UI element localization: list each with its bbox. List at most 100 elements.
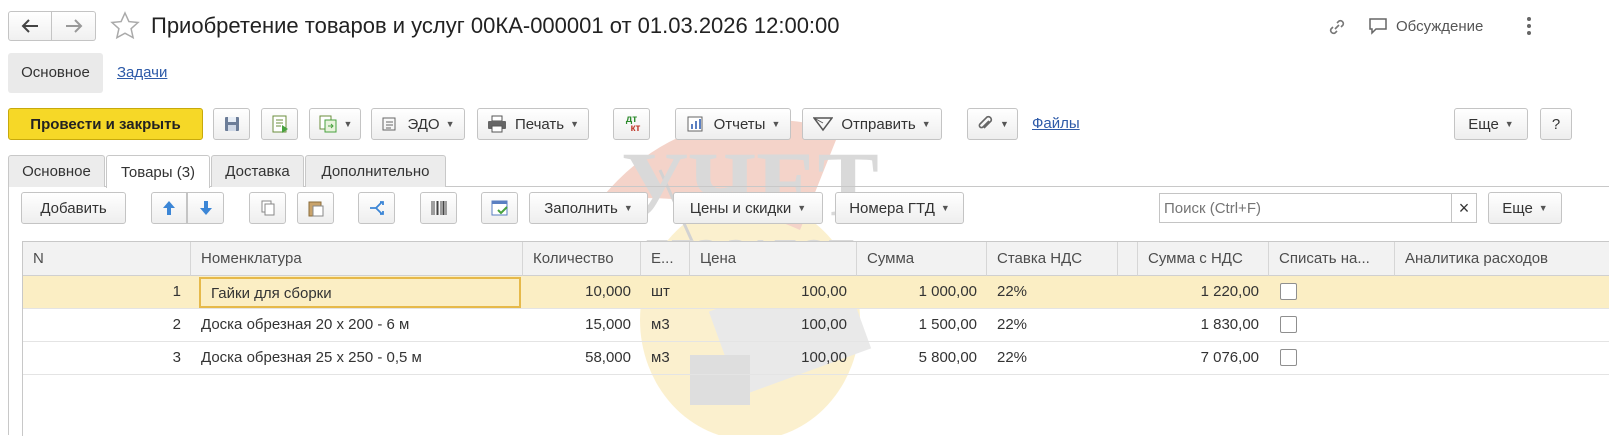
copy-icon	[261, 200, 274, 216]
more-button[interactable]: Еще ▼	[1454, 108, 1528, 140]
chevron-down-icon: ▼	[1504, 119, 1514, 129]
tab-delivery[interactable]: Доставка	[211, 155, 304, 187]
attach-button[interactable]: ▼	[967, 108, 1018, 140]
search-input[interactable]	[1159, 193, 1452, 223]
table-row[interactable]: 3 Доска обрезная 25 х 250 - 0,5 м 58,000…	[23, 342, 1609, 375]
sum-cell[interactable]: 5 800,00	[857, 342, 987, 374]
item-cell[interactable]: Гайки для сборки	[199, 277, 521, 308]
price-cell[interactable]: 100,00	[690, 342, 857, 374]
barcode-icon	[431, 201, 446, 215]
price-cell[interactable]: 100,00	[690, 276, 857, 308]
copy-button[interactable]	[249, 192, 286, 224]
qty-cell[interactable]: 10,000	[523, 276, 641, 308]
paste-button[interactable]	[297, 192, 334, 224]
move-up-button[interactable]	[151, 192, 187, 224]
chevron-down-icon: ▼	[921, 119, 931, 129]
link-icon[interactable]	[1326, 16, 1348, 38]
vat-rate-cell[interactable]: 22%	[987, 342, 1118, 374]
unit-cell[interactable]: шт	[641, 276, 690, 308]
more-label: Еще	[1468, 115, 1499, 133]
item-cell[interactable]: Доска обрезная 20 х 200 - 6 м	[191, 309, 523, 341]
prices-discounts-button[interactable]: Цены и скидки ▼	[673, 192, 823, 224]
create-based-button[interactable]: ▼	[309, 108, 361, 140]
row-number: 2	[172, 316, 181, 333]
goods-table: N Номенклатура Количество Е... Цена Сумм…	[22, 241, 1609, 436]
total-cell[interactable]: 7 076,00	[1138, 342, 1269, 374]
kt-label: кт	[630, 123, 641, 134]
split-row-button[interactable]	[358, 192, 395, 224]
select-items-button[interactable]	[481, 192, 518, 224]
column-header-analytics[interactable]: Аналитика расходов	[1395, 242, 1609, 276]
table-row[interactable]: 2 Доска обрезная 20 х 200 - 6 м 15,000 м…	[23, 309, 1609, 342]
post-button[interactable]	[261, 108, 298, 140]
price-cell[interactable]: 100,00	[690, 309, 857, 341]
tab-main[interactable]: Основное	[8, 155, 105, 187]
table-more-button[interactable]: Еще ▼	[1488, 192, 1562, 224]
column-header-blank[interactable]	[1118, 242, 1138, 276]
reports-button[interactable]: Отчеты ▼	[675, 108, 791, 140]
move-down-button[interactable]	[187, 192, 224, 224]
chevron-down-icon: ▼	[445, 119, 455, 129]
vat-rate-cell[interactable]: 22%	[987, 276, 1118, 308]
column-header-unit[interactable]: Е...	[641, 242, 690, 276]
clear-search-button[interactable]: ×	[1451, 193, 1477, 223]
forward-button[interactable]	[52, 11, 96, 41]
table-row[interactable]: 1 Гайки для сборки 10,000 шт 100,00 1 00…	[23, 276, 1609, 309]
unit-cell[interactable]: м3	[641, 309, 690, 341]
chevron-down-icon: ▼	[1000, 119, 1009, 129]
more-vert-icon[interactable]	[1524, 15, 1534, 37]
paperclip-icon	[978, 115, 993, 129]
column-header-item[interactable]: Номенклатура	[191, 242, 523, 276]
barcode-button[interactable]	[420, 192, 457, 224]
chevron-down-icon: ▼	[623, 203, 633, 213]
column-header-sum[interactable]: Сумма	[857, 242, 987, 276]
save-button[interactable]	[213, 108, 250, 140]
tab-goods[interactable]: Товары (3)	[106, 155, 210, 188]
create-based-icon	[319, 115, 337, 133]
send-button[interactable]: Отправить ▼	[802, 108, 942, 140]
unit-cell[interactable]: м3	[641, 342, 690, 374]
arrow-right-icon	[65, 19, 82, 33]
help-button[interactable]: ?	[1540, 108, 1572, 140]
sum-cell[interactable]: 1 500,00	[857, 309, 987, 341]
column-header-write-off[interactable]: Списать на...	[1269, 242, 1395, 276]
dt-kt-button[interactable]: дт кт	[613, 108, 650, 140]
fill-button[interactable]: Заполнить ▼	[529, 192, 648, 224]
star-icon[interactable]	[110, 11, 140, 41]
nav-tab-tasks[interactable]: Задачи	[117, 63, 167, 83]
total-cell[interactable]: 1 830,00	[1138, 309, 1269, 341]
printer-icon	[487, 115, 506, 133]
qty-cell[interactable]: 15,000	[523, 309, 641, 341]
files-link[interactable]: Файлы	[1032, 114, 1080, 134]
total-cell[interactable]: 1 220,00	[1138, 276, 1269, 308]
discussion-button[interactable]: Обсуждение	[1368, 14, 1483, 38]
back-button[interactable]	[8, 11, 52, 41]
qty-cell[interactable]: 58,000	[523, 342, 641, 374]
row-number: 1	[172, 283, 181, 300]
nav-tab-main[interactable]: Основное	[8, 53, 103, 93]
tab-additional[interactable]: Дополнительно	[305, 155, 446, 187]
column-header-n[interactable]: N	[23, 242, 191, 276]
column-header-vat-rate[interactable]: Ставка НДС	[987, 242, 1118, 276]
write-off-checkbox[interactable]	[1280, 316, 1297, 333]
column-header-total[interactable]: Сумма с НДС	[1138, 242, 1269, 276]
item-cell[interactable]: Доска обрезная 25 х 250 - 0,5 м	[191, 342, 523, 374]
send-icon	[813, 117, 834, 132]
sum-cell[interactable]: 1 000,00	[857, 276, 987, 308]
gtd-numbers-button[interactable]: Номера ГТД ▼	[835, 192, 964, 224]
chat-icon	[1369, 18, 1387, 35]
post-and-close-button[interactable]: Провести и закрыть	[8, 108, 203, 140]
write-off-checkbox[interactable]	[1280, 349, 1297, 366]
select-list-icon	[491, 200, 508, 216]
vat-rate-cell[interactable]: 22%	[987, 309, 1118, 341]
table-more-label: Еще	[1502, 199, 1533, 217]
add-button[interactable]: Добавить	[21, 192, 126, 224]
write-off-checkbox[interactable]	[1280, 283, 1297, 300]
chevron-down-icon: ▼	[570, 119, 580, 129]
paste-icon	[308, 201, 323, 217]
split-icon	[369, 201, 384, 215]
column-header-price[interactable]: Цена	[690, 242, 857, 276]
print-button[interactable]: Печать ▼	[477, 108, 589, 140]
edo-button[interactable]: ЭДО ▼	[371, 108, 465, 140]
column-header-qty[interactable]: Количество	[523, 242, 641, 276]
